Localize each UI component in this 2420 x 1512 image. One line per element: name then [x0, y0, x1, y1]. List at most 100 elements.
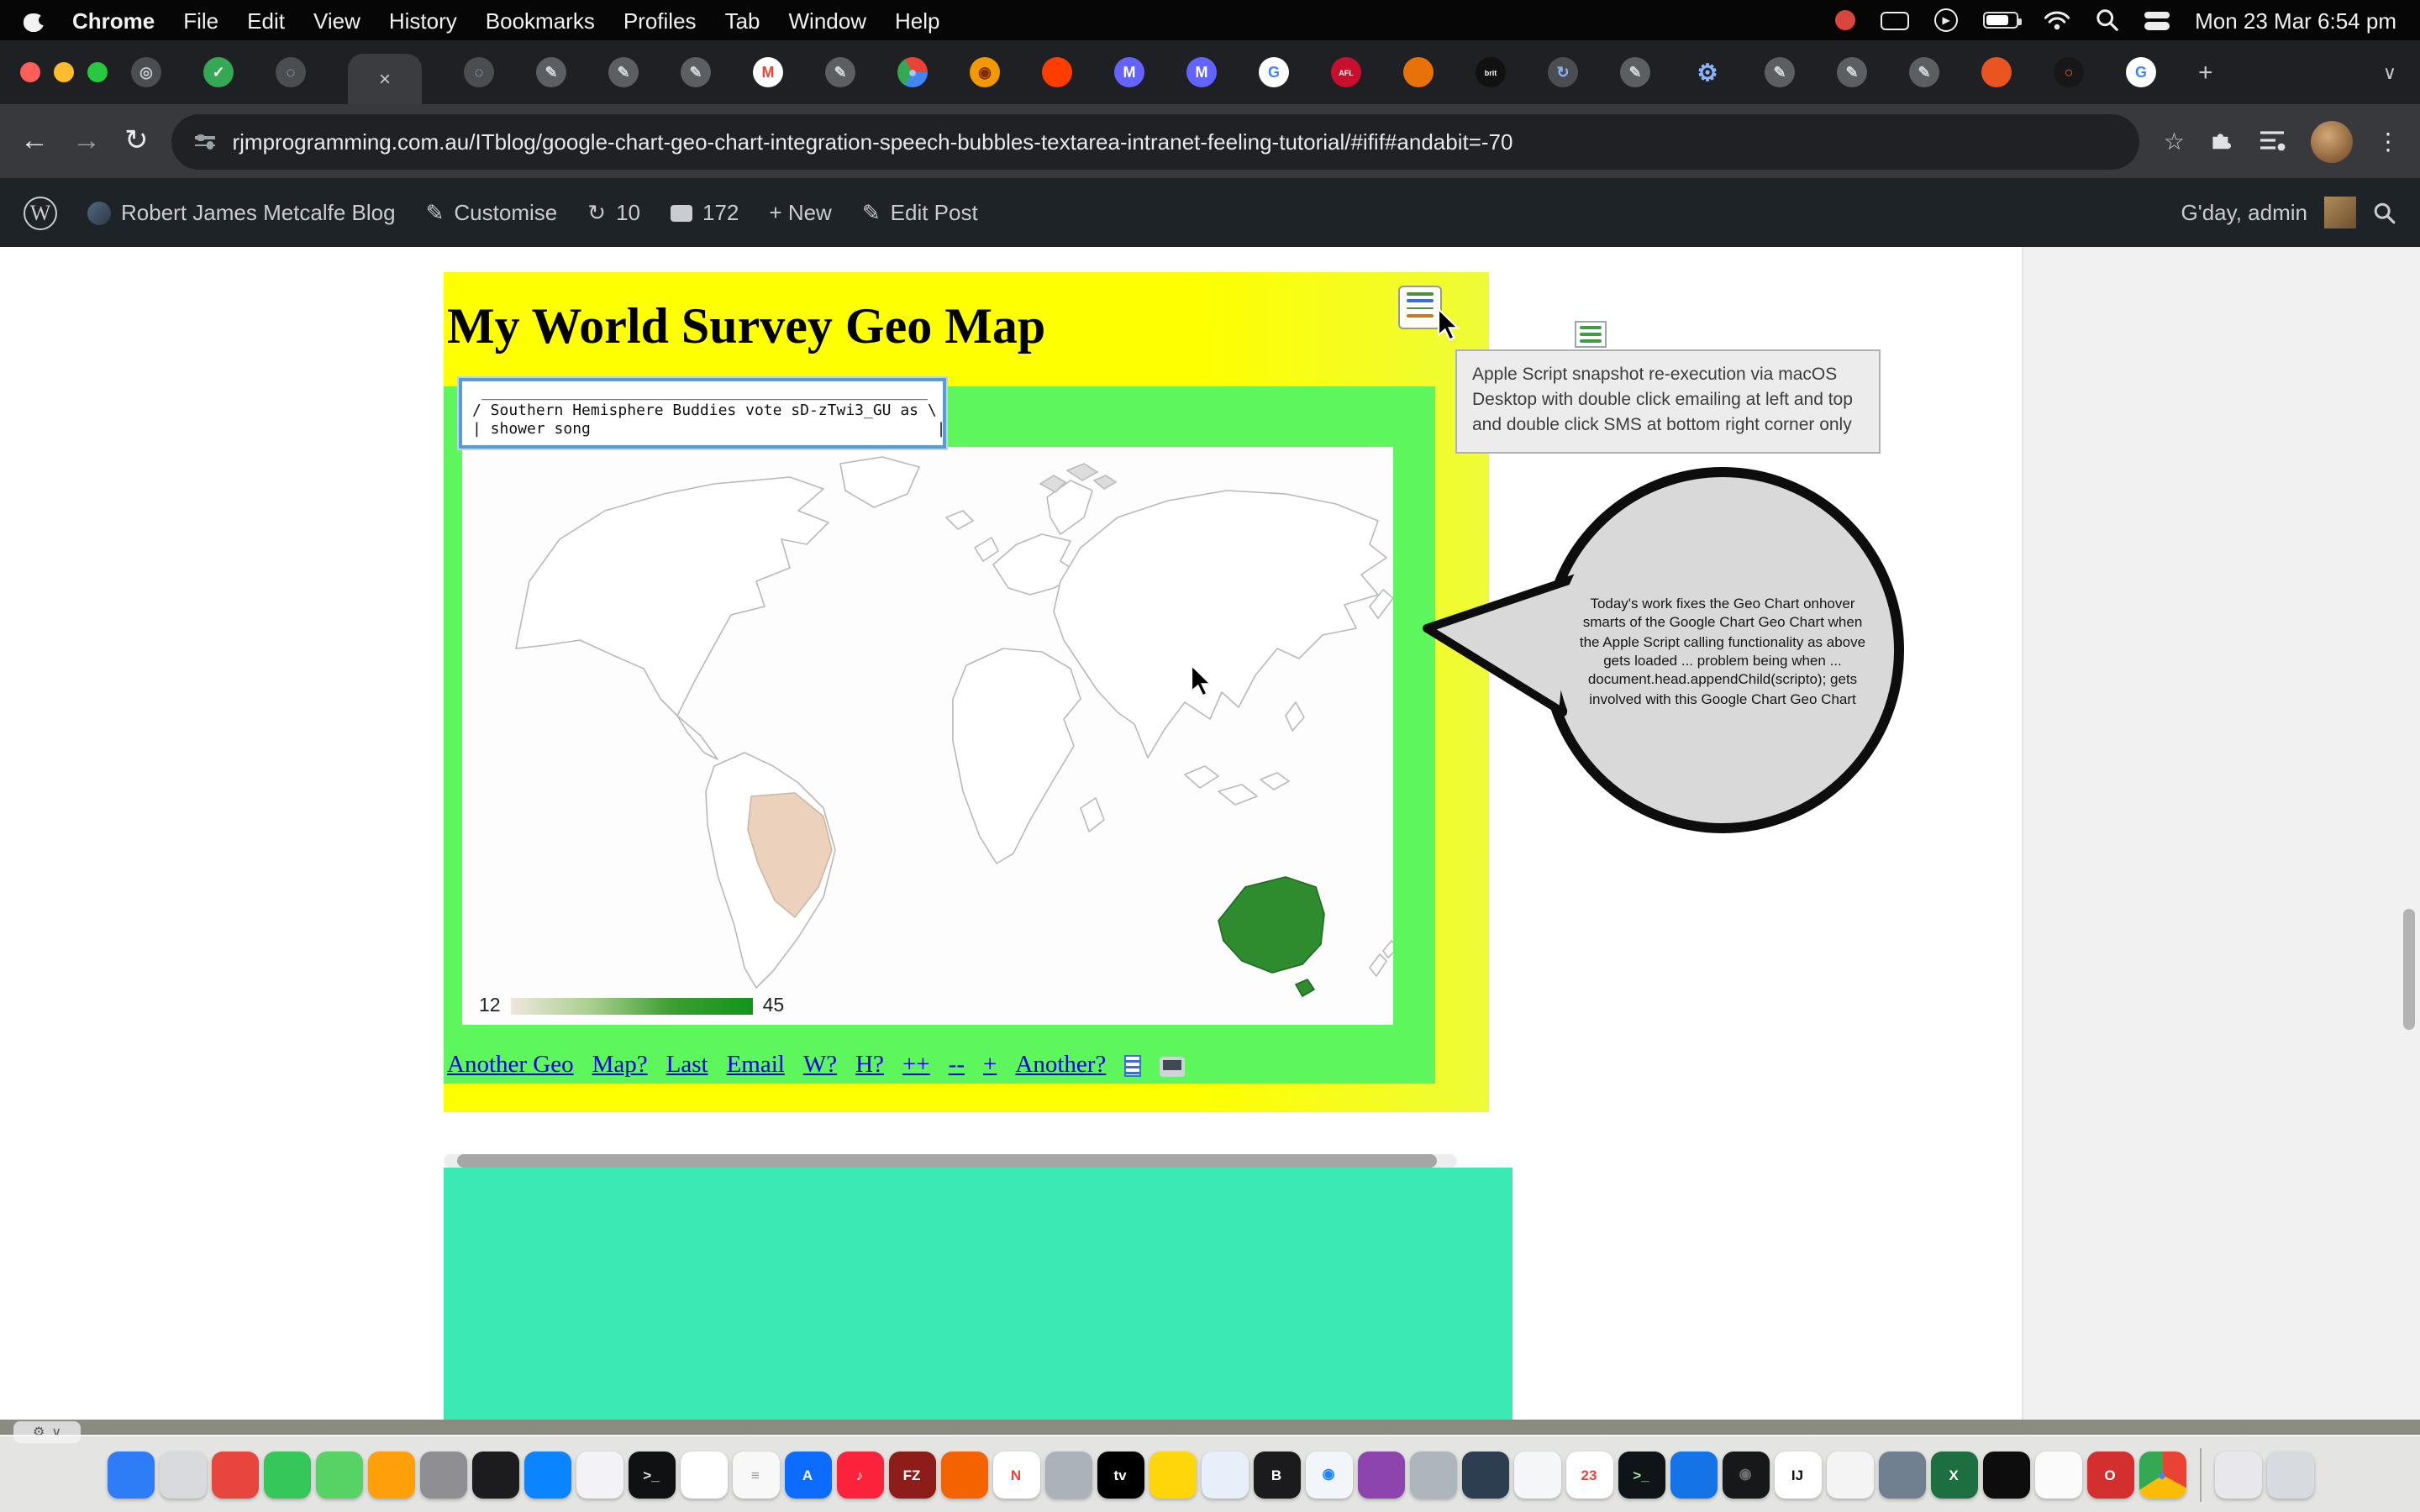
dock-app-23[interactable]: B: [1253, 1451, 1300, 1498]
wordpress-logo-icon[interactable]: W: [24, 196, 57, 229]
dock-app-8[interactable]: [471, 1451, 518, 1498]
pinned-tab-pencil-3[interactable]: ✎: [681, 57, 711, 87]
keyboard-icon[interactable]: [1881, 11, 1909, 29]
pinned-tab-dark-ring[interactable]: ○: [2054, 57, 2084, 87]
monitor-icon[interactable]: [1160, 1056, 1185, 1076]
dock-finder[interactable]: [107, 1451, 154, 1498]
wp-site-menu[interactable]: Robert James Metcalfe Blog: [87, 200, 396, 225]
horizontal-scrollbar[interactable]: [444, 1154, 1457, 1168]
page-link[interactable]: Another?: [1015, 1052, 1106, 1080]
pinned-tab-pencil-1[interactable]: ✎: [536, 57, 566, 87]
pinned-tab-orange[interactable]: [1403, 57, 1434, 87]
menu-item[interactable]: Profiles: [623, 8, 697, 33]
wp-edit-post[interactable]: ✎ Edit Post: [862, 199, 978, 226]
dock-app-17[interactable]: [940, 1451, 987, 1498]
dock-downloads[interactable]: [2214, 1451, 2261, 1498]
geo-chart-map[interactable]: 12 45: [462, 447, 1393, 1025]
pinned-tab-dashed-2[interactable]: ◌: [464, 57, 494, 87]
wp-greeting[interactable]: G'day, admin: [2181, 200, 2307, 225]
pinned-tab-google-2[interactable]: G: [2126, 57, 2156, 87]
site-settings-icon[interactable]: [196, 136, 216, 146]
dock-app-3[interactable]: [211, 1451, 258, 1498]
dock-chrome[interactable]: ●: [2139, 1451, 2186, 1498]
page-link[interactable]: W?: [803, 1052, 837, 1080]
pinned-tab-settings[interactable]: ⚙: [1692, 57, 1723, 87]
pinned-tab-mastodon-2[interactable]: M: [1186, 57, 1217, 87]
dock-app-31[interactable]: [1670, 1451, 1717, 1498]
pinned-tab-pencil-6[interactable]: ✎: [1765, 57, 1795, 87]
dock-app-25[interactable]: [1357, 1451, 1404, 1498]
dock-app-26[interactable]: [1409, 1451, 1456, 1498]
forward-button[interactable]: →: [72, 124, 101, 158]
wp-edit-label[interactable]: Edit Post: [891, 200, 978, 225]
close-tab-icon[interactable]: ×: [379, 67, 391, 91]
page-link[interactable]: Email: [727, 1052, 785, 1080]
pinned-tab-pencil-4[interactable]: ✎: [825, 57, 855, 87]
menu-app-name[interactable]: Chrome: [72, 8, 155, 33]
pinned-tab-pencil-2[interactable]: ✎: [608, 57, 639, 87]
apple-menu-icon[interactable]: [24, 8, 44, 32]
applescript-snapshot-icon[interactable]: [1398, 286, 1442, 329]
pinned-tab-target-orange[interactable]: ◉: [970, 57, 1000, 87]
minimize-window-button[interactable]: [54, 62, 74, 82]
maximize-window-button[interactable]: [87, 62, 108, 82]
menu-item[interactable]: Edit: [247, 8, 285, 33]
pinned-tab-google[interactable]: G: [1259, 57, 1289, 87]
url-text[interactable]: rjmprogramming.com.au/ITblog/google-char…: [233, 129, 2117, 154]
wp-new-menu[interactable]: + New: [769, 200, 831, 225]
menu-bar-clock[interactable]: Mon 23 Mar 6:54 pm: [2195, 8, 2396, 33]
dock-app-7[interactable]: [419, 1451, 466, 1498]
dock-news[interactable]: N: [992, 1451, 1039, 1498]
dock-calendar[interactable]: 23: [1565, 1451, 1612, 1498]
dock-app-6[interactable]: [367, 1451, 414, 1498]
dock-appstore[interactable]: A: [784, 1451, 831, 1498]
page-link[interactable]: Another Geo: [447, 1052, 574, 1080]
media-queue-icon[interactable]: [2259, 129, 2287, 153]
play-icon[interactable]: ▶: [1934, 8, 1958, 32]
control-center-icon[interactable]: [2144, 11, 2170, 29]
dock-trash[interactable]: [2266, 1451, 2313, 1498]
extensions-puzzle-icon[interactable]: [2208, 128, 2235, 155]
dock-excel[interactable]: X: [1930, 1451, 1977, 1498]
tab-search-chevron-icon[interactable]: ∨: [2383, 61, 2396, 83]
menu-item[interactable]: View: [313, 8, 360, 33]
pinned-tab-mastodon-1[interactable]: M: [1114, 57, 1144, 87]
page-link[interactable]: H?: [855, 1052, 884, 1080]
close-window-button[interactable]: [20, 62, 40, 82]
wp-update-count[interactable]: 10: [616, 200, 640, 225]
pinned-tab-pencil-7[interactable]: ✎: [1837, 57, 1867, 87]
profile-avatar[interactable]: [2311, 120, 2353, 162]
pinned-tab-gmail[interactable]: M: [753, 57, 783, 87]
reload-button[interactable]: ↻: [124, 124, 149, 158]
dock-app-28[interactable]: [1513, 1451, 1560, 1498]
wp-comment-count[interactable]: 172: [702, 200, 739, 225]
vertical-scrollbar[interactable]: [2403, 909, 2415, 1030]
dock-app-9[interactable]: [523, 1451, 571, 1498]
pinned-tab-ubuntu[interactable]: [1981, 57, 2012, 87]
dock-app-22[interactable]: [1201, 1451, 1248, 1498]
dock-app-27[interactable]: [1461, 1451, 1508, 1498]
dock-launchpad[interactable]: [159, 1451, 206, 1498]
dock-safari[interactable]: ◉: [1305, 1451, 1352, 1498]
pinned-tab-afl[interactable]: AFL: [1331, 57, 1361, 87]
page-link[interactable]: Last: [666, 1052, 708, 1080]
page-link[interactable]: Map?: [592, 1052, 648, 1080]
pinned-tab-pencil-8[interactable]: ✎: [1909, 57, 1939, 87]
horizontal-scrollbar-thumb[interactable]: [457, 1154, 1437, 1168]
active-tab[interactable]: ×: [348, 54, 422, 104]
menu-item[interactable]: Tab: [725, 8, 760, 33]
dock-music[interactable]: ♪: [836, 1451, 883, 1498]
pinned-tab-pencil-5[interactable]: ✎: [1620, 57, 1650, 87]
wp-comments[interactable]: 172: [671, 200, 739, 225]
menu-item[interactable]: Bookmarks: [486, 8, 595, 33]
dock-app-13[interactable]: ≡: [732, 1451, 779, 1498]
dock-opera[interactable]: O: [2086, 1451, 2133, 1498]
dock-intellij[interactable]: IJ: [1774, 1451, 1821, 1498]
dock-filezilla[interactable]: FZ: [888, 1451, 935, 1498]
list-icon[interactable]: [1124, 1055, 1141, 1077]
dock-tv[interactable]: tv: [1097, 1451, 1144, 1498]
pinned-tab-compass[interactable]: ◎: [131, 57, 161, 87]
dock-app-12[interactable]: [680, 1451, 727, 1498]
dock-app-4[interactable]: [263, 1451, 310, 1498]
dock-camera[interactable]: ◉: [1722, 1451, 1769, 1498]
